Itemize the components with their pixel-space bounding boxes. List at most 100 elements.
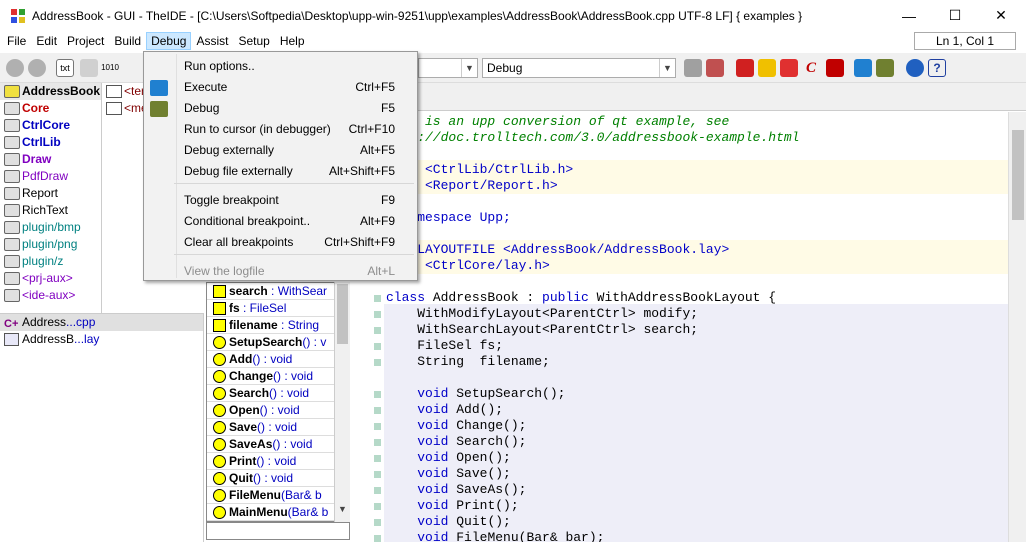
debug-menu-item[interactable]: Conditional breakpoint.. Alt+F9 <box>144 211 417 232</box>
menu-project[interactable]: Project <box>62 32 109 50</box>
menu-debug[interactable]: Debug <box>146 32 192 50</box>
package-item[interactable]: Core <box>0 100 101 117</box>
debug-menu-item[interactable]: Toggle breakpoint F9 <box>144 190 417 211</box>
member-type: () : void <box>252 352 293 366</box>
navigator-item[interactable]: MainMenu(Bar& b <box>207 504 349 521</box>
menu-item-label: Clear all breakpoints <box>184 235 294 249</box>
menu-help[interactable]: Help <box>275 32 310 50</box>
scroll-thumb[interactable] <box>1012 130 1024 220</box>
navigator-item[interactable]: Quit() : void <box>207 470 349 487</box>
navigator-item[interactable]: Add() : void <box>207 351 349 368</box>
member-type: (Bar& b <box>281 488 322 502</box>
navigator-scrollbar[interactable]: ▼ <box>334 282 350 522</box>
package-icon <box>4 221 20 234</box>
debug-stop-icon[interactable] <box>826 59 844 77</box>
run-icon[interactable] <box>780 59 798 77</box>
code-line: WithModifyLayout<ParentCtrl> modify; <box>386 306 699 321</box>
package-item[interactable]: plugin/bmp <box>0 219 101 236</box>
package-item[interactable]: RichText <box>0 202 101 219</box>
debug-menu-item[interactable]: Run to cursor (in debugger) Ctrl+F10 <box>144 119 417 140</box>
navigator-item[interactable]: SaveAs() : void <box>207 436 349 453</box>
method-icon <box>213 455 226 468</box>
navigator-item[interactable]: search : WithSear <box>207 283 349 300</box>
close-button[interactable]: ✕ <box>978 0 1024 31</box>
navigator-search-input[interactable] <box>206 522 350 540</box>
navigator-item[interactable]: filename : String <box>207 317 349 334</box>
debug-icon[interactable] <box>876 59 894 77</box>
help-icon[interactable] <box>906 59 924 77</box>
menu-edit[interactable]: Edit <box>31 32 62 50</box>
member-name: fs <box>229 301 240 315</box>
text-mode-icon[interactable]: txt <box>56 59 74 77</box>
debug-menu-item[interactable]: Debug file externally Alt+Shift+F5 <box>144 161 417 182</box>
debug-menu-item[interactable]: View the logfile Alt+L <box>144 261 417 282</box>
menu-bar: File Edit Project Build Debug Assist Set… <box>0 31 1026 51</box>
member-type: : WithSear <box>267 284 328 298</box>
scroll-thumb[interactable] <box>337 284 348 344</box>
package-icon <box>4 187 20 200</box>
navigator-item[interactable]: SetupSearch() : v <box>207 334 349 351</box>
package-item[interactable]: plugin/png <box>0 236 101 253</box>
navigator-item[interactable]: fs : FileSel <box>207 300 349 317</box>
navigator-item[interactable]: Save() : void <box>207 419 349 436</box>
stop-icon[interactable] <box>736 59 754 77</box>
package-icon <box>4 238 20 251</box>
build-method-select[interactable]: ▼ <box>418 58 478 78</box>
lightning-icon[interactable] <box>758 59 776 77</box>
menu-file[interactable]: File <box>2 32 31 50</box>
menu-setup[interactable]: Setup <box>233 32 274 50</box>
navigator-item[interactable]: Print() : void <box>207 453 349 470</box>
context-help-icon[interactable]: ? <box>928 59 946 77</box>
menu-assist[interactable]: Assist <box>191 32 233 50</box>
binary-icon[interactable]: 1010 <box>101 59 119 77</box>
rebuild-icon[interactable] <box>706 59 724 77</box>
package-item[interactable]: CtrlCore <box>0 117 101 134</box>
package-item[interactable]: Draw <box>0 151 101 168</box>
file-item[interactable]: AddressB...lay <box>0 331 203 348</box>
package-item[interactable]: plugin/z <box>0 253 101 270</box>
build-icon[interactable] <box>684 59 702 77</box>
navigator-item[interactable]: Search() : void <box>207 385 349 402</box>
execute-icon[interactable] <box>854 59 872 77</box>
package-list: AddressBook Core CtrlCore CtrlLib Draw PdfDra… <box>0 83 102 313</box>
minimize-button[interactable]: — <box>886 0 932 31</box>
package-item[interactable]: <ide-aux> <box>0 287 101 304</box>
settings-icon[interactable] <box>80 59 98 77</box>
debug-menu-item[interactable]: Run options.. <box>144 56 417 77</box>
debug-menu-item[interactable]: Execute Ctrl+F5 <box>144 77 417 98</box>
navigator-item[interactable]: FileMenu(Bar& b <box>207 487 349 504</box>
debug-menu-item[interactable]: Clear all breakpoints Ctrl+Shift+F9 <box>144 232 417 253</box>
menu-item-shortcut: Alt+F9 <box>359 214 395 228</box>
forward-icon[interactable] <box>28 59 46 77</box>
build-mode-select[interactable]: Debug ▼ <box>482 58 676 78</box>
code-line: void Open(); <box>417 450 511 465</box>
code-line: http://doc.trolltech.com/3.0/addressbook… <box>386 130 800 145</box>
navigator-item[interactable]: Open() : void <box>207 402 349 419</box>
menu-item-label: Conditional breakpoint.. <box>184 214 311 228</box>
member-name: search <box>229 284 268 298</box>
compile-icon[interactable]: C <box>802 59 820 77</box>
package-item[interactable]: AddressBook <box>0 83 101 100</box>
file-item[interactable]: C+ Address...cpp <box>0 314 203 331</box>
back-icon[interactable] <box>6 59 24 77</box>
chevron-down-icon[interactable]: ▼ <box>338 504 347 514</box>
debug-menu: Run options.. Execute Ctrl+F5 Debug F5 Run to… <box>143 51 418 281</box>
package-item[interactable]: Report <box>0 185 101 202</box>
navigator-item[interactable]: Change() : void <box>207 368 349 385</box>
debug-icon <box>150 101 168 117</box>
debug-menu-item[interactable]: Debug F5 <box>144 98 417 119</box>
maximize-button[interactable]: ☐ <box>932 0 978 31</box>
chevron-down-icon: ▼ <box>461 59 477 77</box>
package-icon <box>4 119 20 132</box>
menu-build[interactable]: Build <box>109 32 146 50</box>
code-line: String filename; <box>386 354 550 369</box>
code-line: void Save(); <box>417 466 511 481</box>
build-mode-value: Debug <box>487 61 523 75</box>
package-item[interactable]: <prj-aux> <box>0 270 101 287</box>
package-icon <box>4 153 20 166</box>
editor-scrollbar[interactable] <box>1008 112 1026 542</box>
menu-item-label: Debug file externally <box>184 164 293 178</box>
package-item[interactable]: PdfDraw <box>0 168 101 185</box>
package-item[interactable]: CtrlLib <box>0 134 101 151</box>
debug-menu-item[interactable]: Debug externally Alt+F5 <box>144 140 417 161</box>
